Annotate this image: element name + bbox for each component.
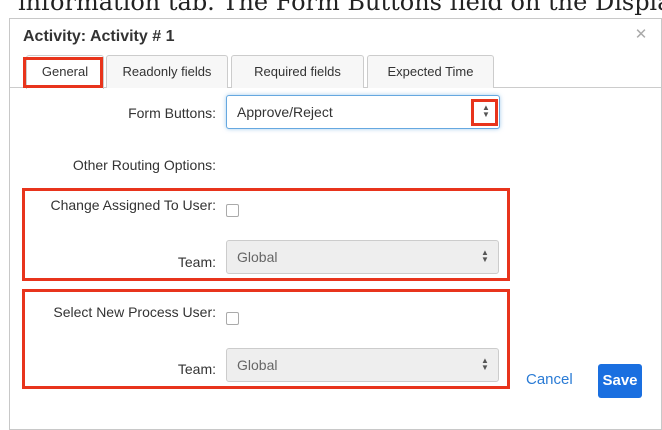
highlight-general-tab [23,57,103,88]
highlight-select-arrow [471,99,498,126]
close-icon[interactable]: ✕ [633,27,649,43]
highlight-change-assigned-block [22,188,510,281]
tab-required-fields[interactable]: Required fields [231,55,364,88]
activity-dialog: Activity: Activity # 1 ✕ General Readonl… [9,18,662,430]
dialog-header: Activity: Activity # 1 ✕ [10,19,661,53]
tab-expected-time[interactable]: Expected Time [367,55,494,88]
form-buttons-select[interactable]: Approve/Reject ▲ ▼ [226,95,500,129]
highlight-select-new-block [22,289,510,389]
dialog-title: Activity: Activity # 1 [23,28,175,45]
other-routing-label: Other Routing Options: [72,157,216,173]
form-buttons-label: Form Buttons: [128,105,216,121]
form-buttons-value: Approve/Reject [237,104,333,120]
cancel-button[interactable]: Cancel [526,371,573,388]
save-button[interactable]: Save [598,364,642,398]
background-caption: information tab. The Form Buttons field … [18,0,662,16]
tab-readonly-fields[interactable]: Readonly fields [106,55,228,88]
